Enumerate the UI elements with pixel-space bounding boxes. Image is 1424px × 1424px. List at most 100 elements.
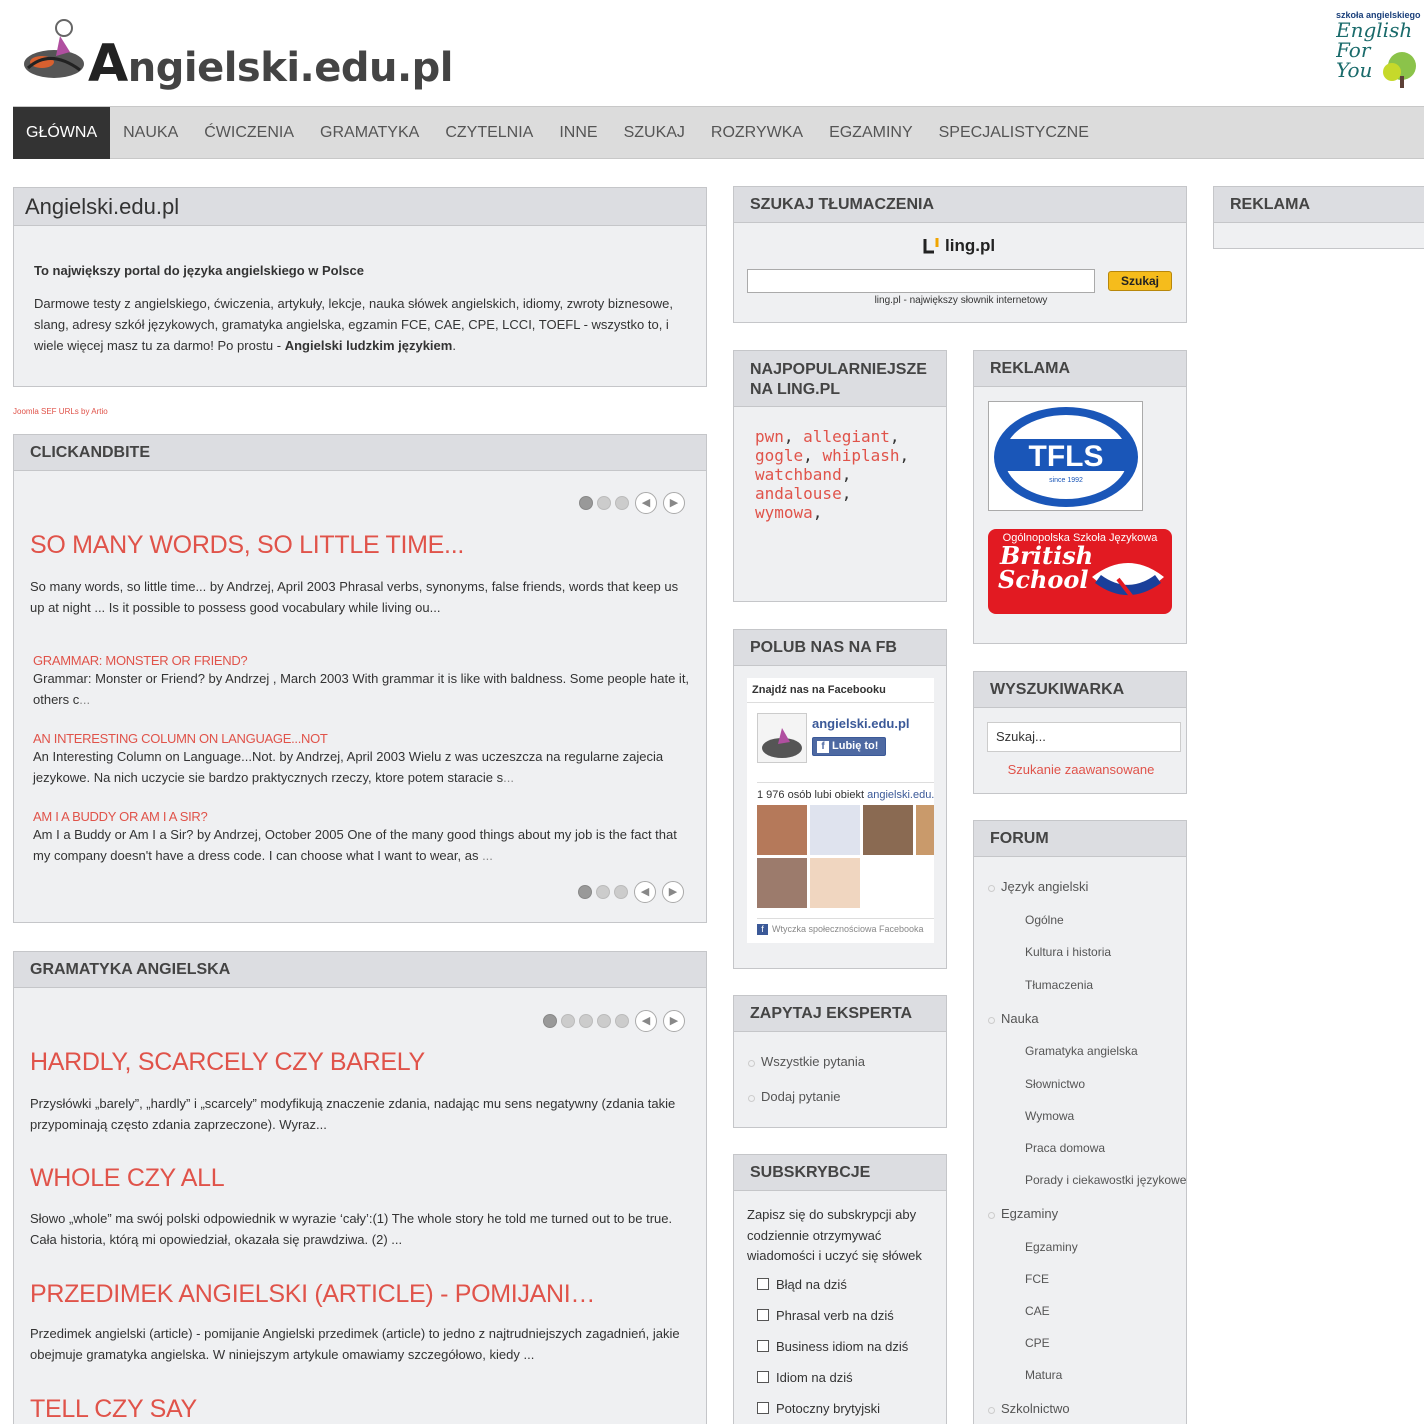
checkbox[interactable] (757, 1371, 769, 1383)
nav-item-czytelnia[interactable]: CZYTELNIA (432, 107, 546, 159)
pager-dot[interactable] (614, 885, 628, 899)
forum-sub[interactable]: CAE (988, 1304, 1184, 1336)
british-school-ad[interactable]: Ogólnopolska Szkoła Językowa British Sch… (988, 529, 1172, 614)
checkbox[interactable] (757, 1340, 769, 1352)
forum-sub[interactable]: Porady i ciekawostki językowe (988, 1173, 1186, 1206)
forum-sub[interactable]: Kultura i historia (988, 945, 1184, 978)
forum-sub[interactable]: Wymowa (988, 1109, 1184, 1141)
subscription-option[interactable]: Błąd na dziś (734, 1269, 946, 1300)
forum-group[interactable]: Egzaminy (988, 1206, 1184, 1240)
ling-logo[interactable]: ling.pl (922, 236, 995, 256)
subscription-option[interactable]: Business idiom na dziś (734, 1331, 946, 1362)
checkbox[interactable] (757, 1278, 769, 1290)
subscription-option[interactable]: Potoczny brytyjski (734, 1393, 946, 1424)
item-text: Grammar: Monster or Friend? by Andrzej ,… (33, 671, 690, 707)
popular-word[interactable]: wymowa (755, 503, 813, 522)
search-translation-title: SZUKAJ TŁUMACZENIA (734, 187, 1186, 223)
forum-sub[interactable]: Ogólne (988, 913, 1184, 945)
forum-group[interactable]: Język angielski (988, 879, 1184, 913)
forum-sub[interactable]: Słownictwo (988, 1077, 1184, 1109)
nav-item-nauka[interactable]: NAUKA (110, 107, 191, 159)
fb-face[interactable] (916, 805, 934, 855)
fb-avatar[interactable] (757, 713, 807, 763)
pager-dot[interactable] (579, 496, 593, 510)
english-for-you-logo[interactable]: szkoła angielskiego English For You (1336, 10, 1424, 90)
forum-sub[interactable]: FCE (988, 1272, 1184, 1304)
prev-arrow-icon[interactable]: ◀ (635, 492, 657, 514)
fb-face[interactable] (863, 805, 913, 855)
nav-item-specjalistyczne[interactable]: SPECJALISTYCZNE (926, 107, 1102, 159)
subscription-option[interactable]: Idiom na dziś (734, 1362, 946, 1393)
ling-logo-icon (923, 238, 939, 254)
fb-page-name[interactable]: angielski.edu.pl (812, 716, 910, 731)
translation-input[interactable] (747, 269, 1095, 293)
popular-word[interactable]: whiplash (822, 446, 899, 465)
item-more[interactable]: ... (503, 770, 514, 785)
popular-word[interactable]: watchband (755, 465, 842, 484)
site-logo[interactable]: Angielski.edu.pl (20, 8, 454, 94)
dog-mascot-icon (762, 728, 802, 758)
pager-dot[interactable] (597, 1014, 611, 1028)
pager-dot[interactable] (615, 1014, 629, 1028)
pager-dot[interactable] (543, 1014, 557, 1028)
next-arrow-icon[interactable]: ▶ (662, 881, 684, 903)
fb-like-button[interactable]: f Lubię to! (812, 737, 886, 756)
prev-arrow-icon[interactable]: ◀ (635, 1010, 657, 1032)
clickandbite-main-title[interactable]: SO MANY WORDS, SO LITTLE TIME... (30, 531, 464, 560)
forum-sub[interactable]: CPE (988, 1336, 1184, 1368)
nav-item-szukaj[interactable]: SZUKAJ (611, 107, 698, 159)
forum-sub[interactable]: Egzaminy (988, 1240, 1184, 1272)
grammar-article-title[interactable]: HARDLY, SCARCELY CZY BARELY (30, 1048, 425, 1077)
fb-face[interactable] (810, 858, 860, 908)
nav-item-glowna[interactable]: GŁÓWNA (13, 107, 111, 159)
sef-link[interactable]: Joomla SEF URLs by Artio (13, 407, 108, 416)
fb-count-link[interactable]: angielski.edu.pl (867, 789, 934, 801)
expert-link-all[interactable]: Wszystkie pytania (748, 1054, 865, 1069)
clickandbite-item-title[interactable]: GRAMMAR: MONSTER OR FRIEND? (33, 653, 693, 668)
grammar-article-title[interactable]: TELL CZY SAY (30, 1395, 197, 1424)
forum-sub[interactable]: Gramatyka angielska (988, 1044, 1184, 1077)
clickandbite-item-title[interactable]: AM I A BUDDY OR AM I A SIR? (33, 809, 693, 824)
forum-sub[interactable]: Tłumaczenia (988, 978, 1184, 1011)
dog-mascot-icon (24, 19, 84, 78)
forum-sub[interactable]: Matura (988, 1368, 1184, 1401)
expert-link-add[interactable]: Dodaj pytanie (748, 1089, 841, 1104)
pager-dot[interactable] (596, 885, 610, 899)
advanced-search-link[interactable]: Szukanie zaawansowane (974, 762, 1188, 777)
forum-group[interactable]: Szkolnictwo (988, 1401, 1184, 1424)
item-more[interactable]: ... (79, 692, 90, 707)
grammar-article-title[interactable]: PRZEDIMEK ANGIELSKI (ARTICLE) - POMIJANI… (30, 1280, 595, 1309)
fb-face[interactable] (810, 805, 860, 855)
nav-item-rozrywka[interactable]: ROZRYWKA (698, 107, 816, 159)
grammar-article-title[interactable]: WHOLE CZY ALL (30, 1164, 225, 1193)
pager-dot[interactable] (597, 496, 611, 510)
translation-search-button[interactable]: Szukaj (1108, 271, 1172, 291)
popular-word[interactable]: gogle (755, 446, 803, 465)
forum-group[interactable]: Nauka (988, 1011, 1184, 1044)
checkbox[interactable] (757, 1402, 769, 1414)
nav-item-inne[interactable]: INNE (546, 107, 610, 159)
pager-dot[interactable] (561, 1014, 575, 1028)
subscription-option[interactable]: Phrasal verb na dziś (734, 1300, 946, 1331)
nav-item-gramatyka[interactable]: GRAMATYKA (307, 107, 432, 159)
tfls-ad[interactable]: TFLS since 1992 (988, 401, 1143, 511)
forum-sub[interactable]: Praca domowa (988, 1141, 1184, 1173)
popular-word[interactable]: pwn (755, 427, 784, 446)
checkbox[interactable] (757, 1309, 769, 1321)
popular-word[interactable]: allegiant (803, 427, 890, 446)
clickandbite-item-title[interactable]: AN INTERESTING COLUMN ON LANGUAGE...NOT (33, 731, 693, 746)
site-search-input[interactable]: Szukaj... (987, 722, 1181, 752)
fb-face[interactable] (757, 858, 807, 908)
pager-dot[interactable] (579, 1014, 593, 1028)
lips-flag-icon (1092, 563, 1164, 599)
fb-face[interactable] (757, 805, 807, 855)
item-more[interactable]: ... (482, 848, 493, 863)
pager-dot[interactable] (615, 496, 629, 510)
pager-dot[interactable] (578, 885, 592, 899)
next-arrow-icon[interactable]: ▶ (663, 492, 685, 514)
popular-word[interactable]: andalouse (755, 484, 842, 503)
nav-item-egzaminy[interactable]: EGZAMINY (816, 107, 926, 159)
next-arrow-icon[interactable]: ▶ (663, 1010, 685, 1032)
nav-item-cwiczenia[interactable]: ĆWICZENIA (191, 107, 307, 159)
prev-arrow-icon[interactable]: ◀ (634, 881, 656, 903)
